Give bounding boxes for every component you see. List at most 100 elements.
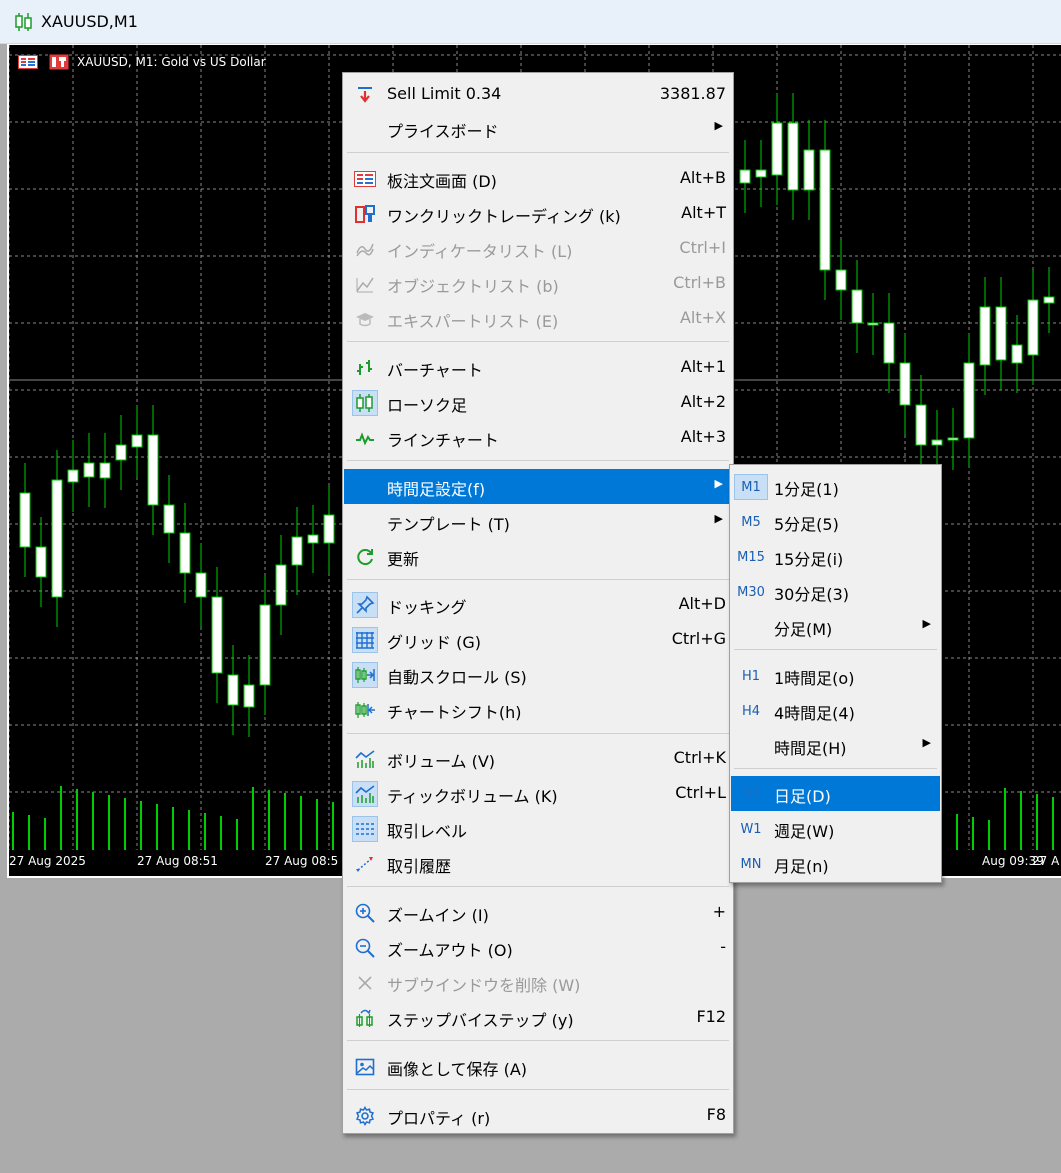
candle-body — [1027, 299, 1039, 356]
menu-item-shortcut: Alt+1 — [680, 357, 726, 376]
menu-item-label: Sell Limit 0.34 — [387, 84, 502, 103]
menu-item-label: ズームイン (I) — [387, 906, 489, 925]
menu-separator — [347, 341, 729, 342]
docking-pin-icon — [352, 592, 378, 618]
window-title: XAUUSD,M1 — [41, 12, 138, 31]
menu-item-label: ズームアウト (O) — [387, 941, 513, 960]
timeframe-h4[interactable]: H4 4時間足(4) — [731, 693, 940, 728]
menu-item-refresh[interactable]: 更新 — [344, 539, 732, 574]
menu-item-label: 板注文画面 (D) — [387, 172, 497, 191]
menu-item-label: ティックボリューム (K) — [387, 787, 558, 806]
menu-item-label: 時間足設定(f) — [387, 480, 486, 499]
one-click-trading-icon[interactable] — [49, 54, 69, 70]
candle-body — [147, 434, 159, 506]
menu-separator — [347, 579, 729, 580]
menu-item-label: 自動スクロール (S) — [387, 668, 527, 687]
timeframe-hours-submenu[interactable]: 時間足(H) ▶ — [731, 728, 940, 763]
one-click-trading-icon — [352, 201, 378, 227]
menu-item-save-as-image[interactable]: 画像として保存 (A) — [344, 1049, 732, 1084]
x-axis-tick: 27 Aug 2025 — [9, 854, 86, 868]
menu-item-label: ボリューム (V) — [387, 752, 496, 771]
menu-item-chart-shift[interactable]: チャートシフト(h) — [344, 692, 732, 727]
menu-item-label: 時間足(H) — [774, 739, 847, 758]
menu-item-label: 更新 — [387, 550, 420, 569]
menu-item-expert-list[interactable]: エキスパートリスト (E) Alt+X — [344, 301, 732, 336]
menu-item-depth-of-market[interactable]: 板注文画面 (D) Alt+B — [344, 161, 732, 196]
menu-item-auto-scroll[interactable]: 自動スクロール (S) — [344, 657, 732, 692]
menu-item-indicator-list[interactable]: インディケータリスト (L) Ctrl+I — [344, 231, 732, 266]
menu-item-volume[interactable]: ボリューム (V) Ctrl+K — [344, 741, 732, 776]
zoom-out-icon — [352, 935, 378, 961]
menu-item-label: バーチャート — [387, 361, 483, 380]
menu-item-line-chart[interactable]: ラインチャート Alt+3 — [344, 420, 732, 455]
menu-item-template[interactable]: テンプレート (T) ▶ — [344, 504, 732, 539]
timeframe-code: H1 — [741, 668, 761, 684]
timeframe-h1[interactable]: H1 1時間足(o) — [731, 658, 940, 693]
menu-item-grid[interactable]: グリッド (G) Ctrl+G — [344, 622, 732, 657]
menu-item-label: オブジェクトリスト (b) — [387, 277, 559, 296]
candle-body — [803, 149, 815, 191]
menu-item-step-by-step[interactable]: ステップバイステップ (y) F12 — [344, 1000, 732, 1035]
candle-body — [243, 684, 255, 708]
chart-title: XAUUSD, M1: Gold vs US Dollar — [77, 55, 266, 69]
depth-of-market-icon[interactable] — [18, 55, 38, 69]
timeframe-d1[interactable]: D1 日足(D) — [731, 776, 940, 811]
timeframe-m1[interactable]: M1 1分足(1) — [731, 469, 940, 504]
candle-body — [1011, 344, 1023, 364]
menu-item-candlestick[interactable]: ローソク足 Alt+2 — [344, 385, 732, 420]
menu-item-label: 5分足(5) — [774, 515, 839, 534]
menu-item-trade-history[interactable]: 取引履歴 — [344, 846, 732, 881]
timeframe-mn[interactable]: MN 月足(n) — [731, 846, 940, 881]
menu-item-zoom-in[interactable]: ズームイン (I) + — [344, 895, 732, 930]
chart-shift-icon — [352, 697, 378, 723]
candle-body — [99, 462, 111, 479]
menu-item-shortcut: Alt+2 — [680, 392, 726, 411]
menu-separator — [347, 460, 729, 461]
bar-chart-icon — [352, 355, 378, 381]
candle-body — [195, 572, 207, 598]
menu-item-one-click-trading[interactable]: ワンクリックトレーディング (k) Alt+T — [344, 196, 732, 231]
submenu-arrow-icon: ▶ — [922, 736, 931, 749]
menu-item-sell-limit[interactable]: Sell Limit 0.34 3381.87 — [344, 77, 732, 112]
candle-body — [883, 322, 895, 364]
menu-item-delete-subwindow[interactable]: サブウインドウを削除 (W) — [344, 965, 732, 1000]
timeframe-m5[interactable]: M5 5分足(5) — [731, 504, 940, 539]
candle-body — [163, 504, 175, 534]
menu-item-trade-levels[interactable]: 取引レベル — [344, 811, 732, 846]
menu-item-zoom-out[interactable]: ズームアウト (O) - — [344, 930, 732, 965]
menu-item-bar-chart[interactable]: バーチャート Alt+1 — [344, 350, 732, 385]
candle-body — [995, 306, 1007, 361]
candle-body — [35, 546, 47, 578]
menu-item-tick-volume[interactable]: ティックボリューム (K) Ctrl+L — [344, 776, 732, 811]
candle-body — [259, 604, 271, 686]
save-image-icon — [352, 1054, 378, 1080]
menu-item-shortcut: Ctrl+B — [673, 273, 726, 292]
menu-item-timeframes[interactable]: 時間足設定(f) ▶ — [344, 469, 732, 504]
tick-volume-icon — [352, 781, 378, 807]
menu-item-shortcut: F12 — [696, 1007, 726, 1026]
candle-body — [227, 674, 239, 706]
timeframe-m15[interactable]: M15 15分足(i) — [731, 539, 940, 574]
timeframe-m30[interactable]: M30 30分足(3) — [731, 574, 940, 609]
menu-item-docking[interactable]: ドッキング Alt+D — [344, 587, 732, 622]
depth-of-market-icon — [352, 166, 378, 192]
candle-body — [947, 437, 959, 441]
menu-item-shortcut: Alt+B — [679, 168, 726, 187]
menu-item-label: グリッド (G) — [387, 633, 481, 652]
menu-item-properties[interactable]: プロパティ (r) F8 — [344, 1098, 732, 1133]
candle-body — [963, 362, 975, 439]
volume-icon — [352, 746, 378, 772]
menu-item-price-board[interactable]: プライスボード ▶ — [344, 111, 732, 146]
candle-body — [979, 306, 991, 366]
menu-separator — [347, 152, 729, 153]
timeframe-w1[interactable]: W1 週足(W) — [731, 811, 940, 846]
x-axis-tick: 27 A — [1032, 854, 1060, 868]
menu-item-label: 週足(W) — [774, 822, 835, 841]
candlestick-icon — [352, 390, 378, 416]
menu-item-shortcut: - — [720, 937, 726, 956]
menu-item-object-list[interactable]: オブジェクトリスト (b) Ctrl+B — [344, 266, 732, 301]
timeframe-code: D1 — [741, 786, 761, 802]
menu-item-label: 取引レベル — [387, 822, 468, 841]
timeframe-minutes-submenu[interactable]: 分足(M) ▶ — [731, 609, 940, 644]
menu-item-shortcut: Ctrl+L — [675, 783, 726, 802]
